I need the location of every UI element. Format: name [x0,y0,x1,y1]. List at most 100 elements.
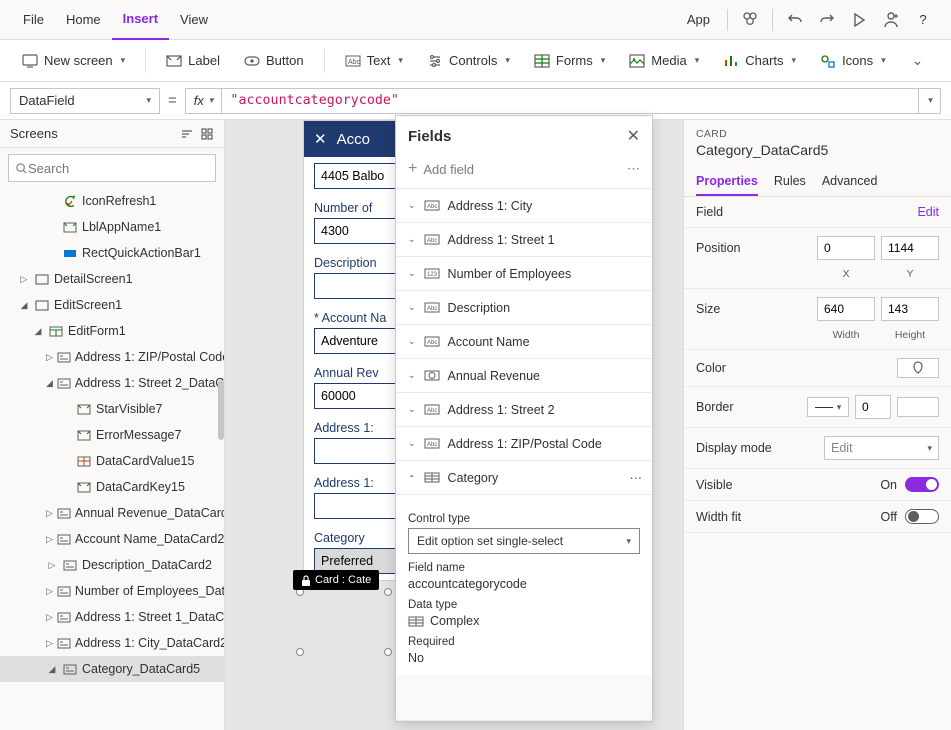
redo-icon[interactable] [811,4,843,36]
property-selector[interactable]: DataField▾ [10,88,160,114]
field-item[interactable]: ⌄123Number of Employees [396,257,652,291]
menu-insert[interactable]: Insert [112,0,169,40]
prop-border-width[interactable] [855,395,891,419]
menu-app[interactable]: App [676,0,721,40]
tab-properties[interactable]: Properties [696,168,758,196]
prop-size-w[interactable] [817,297,875,321]
prop-pos-x[interactable] [817,236,875,260]
field-item[interactable]: ⌄AbcAddress 1: Street 1 [396,223,652,257]
svg-text:Abc: Abc [427,306,437,312]
menu-view[interactable]: View [169,0,219,40]
data-type-value: Complex [430,614,479,628]
menu-file[interactable]: File [12,0,55,40]
sublabel-x: X [817,268,875,280]
text-button[interactable]: AbcText▾ [335,46,413,76]
prop-visible-label: Visible [696,478,733,492]
menu-home[interactable]: Home [55,0,112,40]
formula-input[interactable] [222,93,918,108]
tree-node[interactable]: ▷Number of Employees_Data [0,578,224,604]
tab-advanced[interactable]: Advanced [822,168,878,196]
tree-label: LblAppName1 [82,220,161,234]
prop-visible-toggle[interactable] [905,477,939,492]
tree-node[interactable]: ▷Address 1: Street 1_DataCar [0,604,224,630]
tree-grid-icon[interactable] [200,127,214,141]
tree-node[interactable]: DataCardKey15 [0,474,224,500]
prop-field-label: Field [696,205,723,219]
tree-node[interactable]: ▷Account Name_DataCard2 [0,526,224,552]
tree-node[interactable]: LblAppName1 [0,214,224,240]
resize-handle[interactable] [384,648,392,656]
tree-node[interactable]: IconRefresh1 [0,188,224,214]
prop-tabs: Properties Rules Advanced [684,168,951,197]
resize-handle[interactable] [296,648,304,656]
icons-button[interactable]: Icons▾ [810,46,896,76]
prop-pos-y[interactable] [881,236,939,260]
tab-rules[interactable]: Rules [774,168,806,196]
fx-button[interactable]: fx▾ [186,89,223,113]
tree-node[interactable]: ▷Address 1: City_DataCard2 [0,630,224,656]
formula-expand[interactable]: ▾ [918,89,940,113]
tree-node[interactable]: ◢EditForm1 [0,318,224,344]
field-item-expanded[interactable]: ⌄Category⋯ [396,461,652,495]
tree-node-selected[interactable]: ◢Category_DataCard5 [0,656,224,682]
help-icon[interactable]: ? [907,4,939,36]
close-icon[interactable]: ✕ [314,130,327,148]
ribbon-expand[interactable]: ⌄ [900,46,934,76]
control-type-select[interactable]: Edit option set single-select▾ [408,528,640,554]
health-icon[interactable] [734,4,766,36]
share-icon[interactable] [875,4,907,36]
field-label: Address 1: City [448,199,533,213]
prop-name: Category_DataCard5 [696,140,939,158]
field-item[interactable]: ⌄AbcAddress 1: ZIP/Postal Code [396,427,652,461]
play-icon[interactable] [843,4,875,36]
sublabel-w: Width [817,329,875,341]
prop-color-picker[interactable] [897,358,939,378]
tree-node[interactable]: ▷Address 1: ZIP/Postal Code_ [0,344,224,370]
tree-label: Address 1: Street 2_DataCar [75,376,224,390]
prop-widthfit-toggle[interactable] [905,509,939,524]
fields-close-icon[interactable]: ✕ [627,126,640,146]
tree-node[interactable]: ◢EditScreen1 [0,292,224,318]
field-item[interactable]: ⌄AbcAddress 1: City [396,189,652,223]
tree-node[interactable]: DataCardValue15 [0,448,224,474]
form-title: Acco [337,131,370,148]
tree-node[interactable]: ◢Address 1: Street 2_DataCar [0,370,224,396]
resize-handle[interactable] [384,588,392,596]
label-button[interactable]: Label [156,46,230,76]
field-item[interactable]: ⌄Annual Revenue [396,359,652,393]
tree-node[interactable]: ▷Annual Revenue_DataCard2 [0,500,224,526]
field-more-icon[interactable]: ⋯ [630,470,643,485]
tree-filter-icon[interactable] [180,127,194,141]
tree-node[interactable]: RectQuickActionBar1 [0,240,224,266]
field-item[interactable]: ⌄AbcAccount Name [396,325,652,359]
required-label: Required [408,636,640,648]
text-label: Text [367,53,391,68]
field-item[interactable]: ⌄AbcAddress 1: Street 2 [396,393,652,427]
fields-more-icon[interactable]: ⋯ [627,161,640,177]
button-button[interactable]: Button [234,46,314,76]
tree-search-input[interactable] [28,161,209,176]
undo-icon[interactable] [779,4,811,36]
prop-edit-link[interactable]: Edit [917,205,939,219]
tree-node[interactable]: ▷DetailScreen1 [0,266,224,292]
field-label: Number of Employees [448,267,572,281]
prop-displaymode-select[interactable]: Edit▾ [824,436,939,460]
add-field-button[interactable]: +Add field [408,160,474,178]
tree-node[interactable]: ▷Description_DataCard2 [0,552,224,578]
tree-node[interactable]: StarVisible7 [0,396,224,422]
media-button[interactable]: Media▾ [619,46,709,76]
forms-button[interactable]: Forms▾ [524,46,615,76]
prop-border-style[interactable]: ▾ [807,397,849,417]
tree-search[interactable] [8,154,216,182]
tree-label: ErrorMessage7 [96,428,181,442]
new-screen-button[interactable]: New screen▾ [12,46,135,76]
charts-button[interactable]: Charts▾ [713,46,806,76]
tree-label: DataCardValue15 [96,454,194,468]
tree-view: Screens IconRefresh1 LblAppName1 RectQui… [0,120,225,730]
field-item[interactable]: ⌄AbcDescription [396,291,652,325]
controls-button[interactable]: Controls▾ [417,46,520,76]
tree-node[interactable]: ErrorMessage7 [0,422,224,448]
prop-size-h[interactable] [881,297,939,321]
prop-border-color[interactable] [897,397,939,417]
tree-scrollbar[interactable] [218,380,224,440]
